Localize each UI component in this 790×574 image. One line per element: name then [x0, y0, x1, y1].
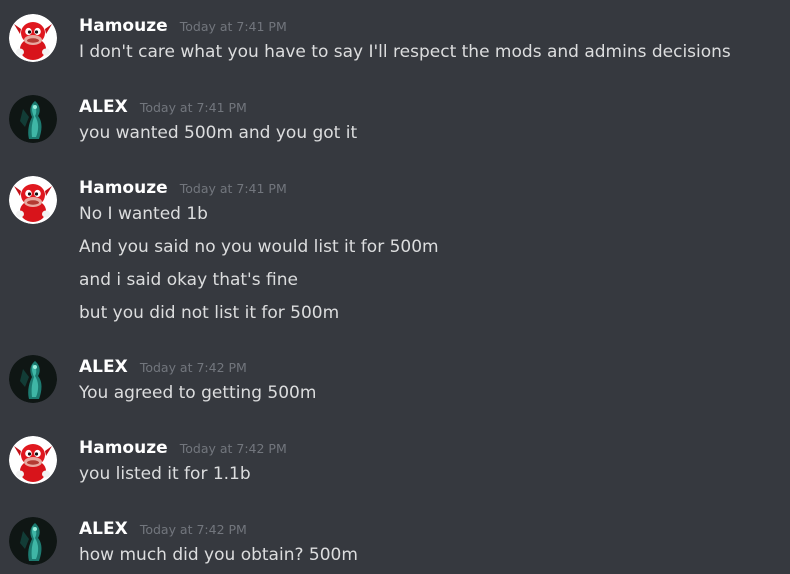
red-knuckles-avatar-icon[interactable] [9, 436, 57, 484]
message-text: you wanted 500m and you got it [79, 123, 358, 143]
chat-messages: Hamouze Today at 7:41 PM I don't care wh… [0, 0, 790, 574]
message-header: ALEX Today at 7:42 PM [79, 357, 247, 379]
message-header: ALEX Today at 7:41 PM [79, 97, 247, 119]
username[interactable]: Hamouze [79, 438, 168, 458]
username[interactable]: Hamouze [79, 16, 168, 36]
username[interactable]: ALEX [79, 519, 128, 539]
username[interactable]: ALEX [79, 97, 128, 117]
username[interactable]: Hamouze [79, 178, 168, 198]
red-knuckles-avatar-icon[interactable] [9, 14, 57, 62]
teal-figure-avatar-icon[interactable] [9, 95, 57, 143]
timestamp: Today at 7:42 PM [179, 441, 287, 456]
message-header: ALEX Today at 7:42 PM [79, 519, 247, 541]
message-text: You agreed to getting 500m [79, 383, 317, 403]
timestamp: Today at 7:42 PM [139, 360, 247, 375]
username[interactable]: ALEX [79, 357, 128, 377]
message-text: you listed it for 1.1b [79, 464, 251, 484]
message-text: but you did not list it for 500m [79, 303, 340, 323]
message-text: No I wanted 1b [79, 204, 208, 224]
red-knuckles-avatar-icon[interactable] [9, 176, 57, 224]
message-text: I don't care what you have to say I'll r… [79, 42, 731, 62]
message-text: And you said no you would list it for 50… [79, 237, 439, 257]
timestamp: Today at 7:41 PM [139, 100, 247, 115]
timestamp: Today at 7:41 PM [179, 19, 287, 34]
message-header: Hamouze Today at 7:42 PM [79, 438, 287, 460]
timestamp: Today at 7:41 PM [179, 181, 287, 196]
teal-figure-avatar-icon[interactable] [9, 517, 57, 565]
message-header: Hamouze Today at 7:41 PM [79, 16, 287, 38]
message-text: how much did you obtain? 500m [79, 545, 358, 565]
message-header: Hamouze Today at 7:41 PM [79, 178, 287, 200]
timestamp: Today at 7:42 PM [139, 522, 247, 537]
message-text: and i said okay that's fine [79, 270, 298, 290]
teal-figure-avatar-icon[interactable] [9, 355, 57, 403]
